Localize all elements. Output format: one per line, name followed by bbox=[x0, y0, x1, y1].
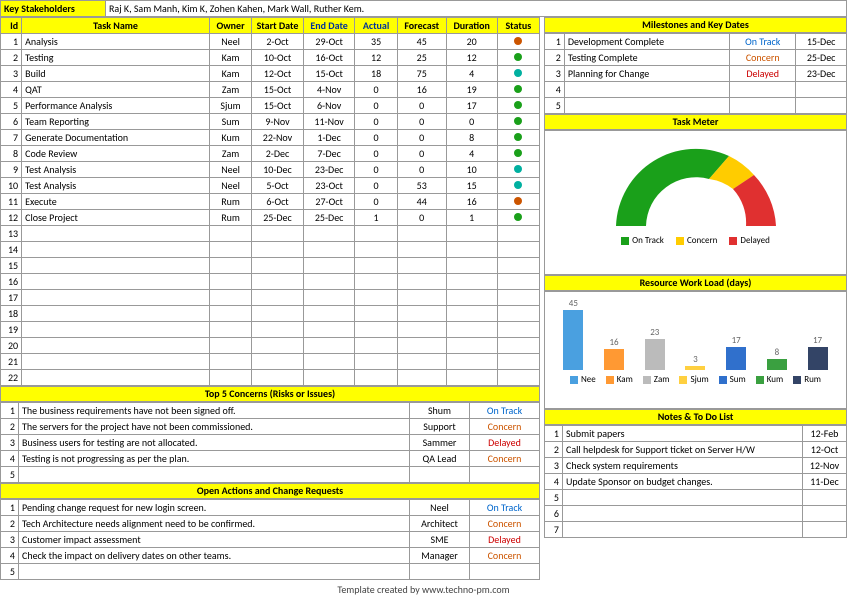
status-dot-icon bbox=[514, 37, 522, 45]
task-row[interactable]: 12Close ProjectRum25-Dec25-Dec101 bbox=[1, 210, 540, 226]
bar-Zam: 23 bbox=[645, 339, 665, 370]
status-dot-icon bbox=[514, 85, 522, 93]
bar-Rum: 17 bbox=[808, 347, 828, 370]
status-dot-icon bbox=[514, 53, 522, 61]
status-dot-icon bbox=[514, 149, 522, 157]
note-row[interactable]: 1Submit papers12-Feb bbox=[545, 426, 847, 442]
task-row[interactable]: 18 bbox=[1, 306, 540, 322]
status-dot-icon bbox=[514, 133, 522, 141]
th-start: Start Date bbox=[252, 18, 304, 34]
task-row[interactable]: 8Code ReviewZam2-Dec7-Dec004 bbox=[1, 146, 540, 162]
workload-title: Resource Work Load (days) bbox=[544, 275, 847, 291]
issue-row[interactable]: 5 bbox=[1, 564, 540, 580]
stakeholders-value: Raj K, Sam Manh, Kim K, Zohen Kahen, Mar… bbox=[106, 1, 847, 17]
bar-Sum: 17 bbox=[726, 347, 746, 370]
th-owner: Owner bbox=[209, 18, 251, 34]
status-dot-icon bbox=[514, 101, 522, 109]
task-row[interactable]: 17 bbox=[1, 290, 540, 306]
stakeholders-label: Key Stakeholders bbox=[1, 1, 106, 17]
task-meter-title: Task Meter bbox=[544, 114, 847, 130]
status-dot-icon bbox=[514, 181, 522, 189]
task-row[interactable]: 3BuildKam12-Oct15-Oct18754 bbox=[1, 66, 540, 82]
notes-title: Notes & To Do List bbox=[544, 409, 847, 425]
note-row[interactable]: 6 bbox=[545, 506, 847, 522]
notes-table: 1Submit papers12-Feb2Call helpdesk for S… bbox=[544, 425, 847, 538]
milestone-row[interactable]: 5 bbox=[545, 98, 847, 114]
actions-table: 1Pending change request for new login sc… bbox=[0, 499, 540, 580]
issue-row[interactable]: 2The servers for the project have not be… bbox=[1, 419, 540, 435]
actions-title: Open Actions and Change Requests bbox=[0, 483, 540, 499]
task-row[interactable]: 5Performance AnalysisSjum15-Oct6-Nov0017 bbox=[1, 98, 540, 114]
milestone-row[interactable]: 3Planning for ChangeDelayed23-Dec bbox=[545, 66, 847, 82]
bar-Nee: 45 bbox=[563, 310, 583, 370]
issue-row[interactable]: 5 bbox=[1, 467, 540, 483]
milestones-title: Milestones and Key Dates bbox=[544, 17, 847, 33]
note-row[interactable]: 2Call helpdesk for Support ticket on Ser… bbox=[545, 442, 847, 458]
task-table: Id Task Name Owner Start Date End Date A… bbox=[0, 17, 540, 386]
task-row[interactable]: 19 bbox=[1, 322, 540, 338]
status-dot-icon bbox=[514, 69, 522, 77]
issue-row[interactable]: 1Pending change request for new login sc… bbox=[1, 500, 540, 516]
status-dot-icon bbox=[514, 197, 522, 205]
milestone-row[interactable]: 2Testing CompleteConcern25-Dec bbox=[545, 50, 847, 66]
th-actual: Actual bbox=[355, 18, 397, 34]
issue-row[interactable]: 2Tech Architecture needs alignment need … bbox=[1, 516, 540, 532]
task-row[interactable]: 9Test AnalysisNeel10-Dec23-Dec0010 bbox=[1, 162, 540, 178]
th-status: Status bbox=[497, 18, 539, 34]
bar-Kum: 8 bbox=[767, 359, 787, 370]
bar-Kam: 16 bbox=[604, 349, 624, 370]
task-row[interactable]: 4QATZam15-Oct4-Nov01619 bbox=[1, 82, 540, 98]
task-row[interactable]: 21 bbox=[1, 354, 540, 370]
task-row[interactable]: 11ExecuteRum6-Oct27-Oct04416 bbox=[1, 194, 540, 210]
issue-row[interactable]: 4Testing is not progressing as per the p… bbox=[1, 451, 540, 467]
task-row[interactable]: 22 bbox=[1, 370, 540, 386]
status-dot-icon bbox=[514, 117, 522, 125]
status-dot-icon bbox=[514, 165, 522, 173]
th-id: Id bbox=[1, 18, 22, 34]
status-dot-icon bbox=[514, 213, 522, 221]
issue-row[interactable]: 1The business requirements have not been… bbox=[1, 403, 540, 419]
issue-row[interactable]: 3Business users for testing are not allo… bbox=[1, 435, 540, 451]
milestone-row[interactable]: 4 bbox=[545, 82, 847, 98]
th-name: Task Name bbox=[22, 18, 210, 34]
concerns-title: Top 5 Concerns (Risks or Issues) bbox=[0, 386, 540, 402]
footer-text: Template created by www.techno-pm.com bbox=[0, 580, 847, 599]
bar-Sjum: 3 bbox=[685, 366, 705, 370]
note-row[interactable]: 7 bbox=[545, 522, 847, 538]
task-row[interactable]: 15 bbox=[1, 258, 540, 274]
issue-row[interactable]: 3Customer impact assessmentSMEDelayed bbox=[1, 532, 540, 548]
th-forecast: Forecast bbox=[397, 18, 446, 34]
milestones-table: 1Development CompleteOn Track15-Dec2Test… bbox=[544, 33, 847, 114]
issue-row[interactable]: 4Check the impact on delivery dates on o… bbox=[1, 548, 540, 564]
task-row[interactable]: 13 bbox=[1, 226, 540, 242]
th-duration: Duration bbox=[446, 18, 497, 34]
note-row[interactable]: 5 bbox=[545, 490, 847, 506]
milestone-row[interactable]: 1Development CompleteOn Track15-Dec bbox=[545, 34, 847, 50]
th-end: End Date bbox=[303, 18, 355, 34]
task-row[interactable]: 1AnalysisNeel2-Oct29-Oct354520 bbox=[1, 34, 540, 50]
task-row[interactable]: 10Test AnalysisNeel5-Oct23-Oct05315 bbox=[1, 178, 540, 194]
note-row[interactable]: 3Check system requirements12-Nov bbox=[545, 458, 847, 474]
task-meter-chart: On Track Concern Delayed bbox=[544, 130, 847, 275]
task-row[interactable]: 20 bbox=[1, 338, 540, 354]
task-row[interactable]: 16 bbox=[1, 274, 540, 290]
concerns-table: 1The business requirements have not been… bbox=[0, 402, 540, 483]
task-row[interactable]: 14 bbox=[1, 242, 540, 258]
stakeholders-bar: Key Stakeholders Raj K, Sam Manh, Kim K,… bbox=[0, 0, 847, 17]
task-row[interactable]: 7Generate DocumentationKum22-Nov1-Dec008 bbox=[1, 130, 540, 146]
note-row[interactable]: 4Update Sponsor on budget changes.11-Dec bbox=[545, 474, 847, 490]
task-row[interactable]: 2TestingKam10-Oct16-Oct122512 bbox=[1, 50, 540, 66]
task-row[interactable]: 6Team ReportingSum9-Nov11-Nov000 bbox=[1, 114, 540, 130]
workload-chart: 451623317817 NeeKamZamSjumSumKumRum bbox=[544, 291, 847, 409]
